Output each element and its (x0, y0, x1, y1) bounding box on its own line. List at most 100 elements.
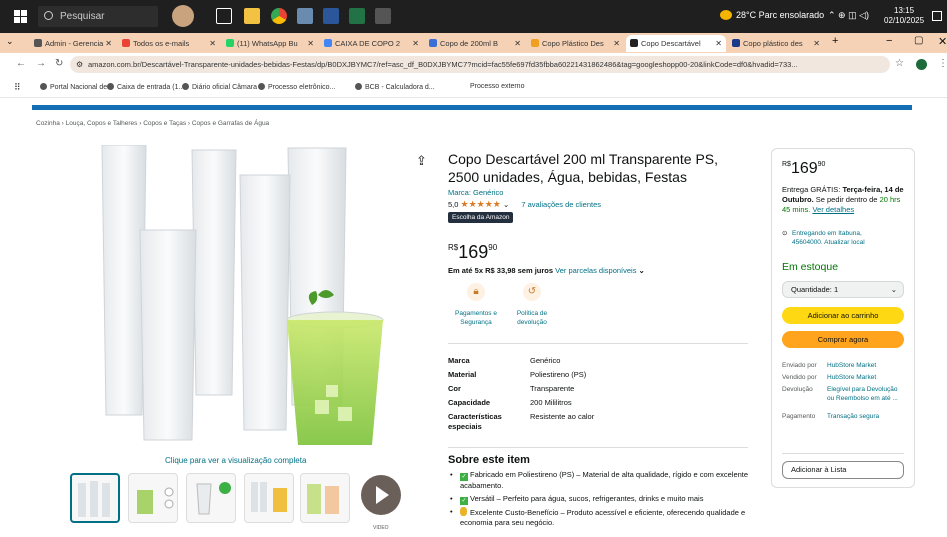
windows-start-icon[interactable] (14, 10, 27, 23)
search-icon (44, 11, 53, 20)
browser-tab-strip: ⌄ Admin - Gerencia ✕ Todos os e-mails ✕ (11)… (0, 33, 947, 53)
menu-icon[interactable]: ⋮ (938, 58, 947, 69)
bookmark-item[interactable]: Processo eletrônico... (258, 83, 335, 91)
share-icon[interactable]: ⇪ (416, 153, 427, 169)
profile-icon[interactable] (916, 59, 927, 70)
bookmark-star-icon[interactable]: ☆ (895, 58, 904, 69)
add-to-cart-button[interactable]: Adicionar ao carrinho (782, 307, 904, 324)
thumbnail-2[interactable] (128, 473, 178, 523)
bookmark-item[interactable]: Caixa de entrada (1... (107, 83, 184, 91)
product-main-image[interactable] (90, 144, 410, 450)
bookmark-item[interactable]: BCB - Calculadora d... (355, 83, 435, 91)
weather-icon (720, 10, 732, 20)
tab-8[interactable]: Copo plástico des ✕ (728, 35, 824, 52)
play-video-icon[interactable] (361, 475, 401, 515)
minimize-button[interactable]: − (886, 35, 892, 47)
app-icon[interactable] (297, 8, 313, 24)
close-tab-icon[interactable]: ✕ (105, 35, 112, 52)
checkmark-icon: ✓ (460, 496, 468, 505)
payment-security-badge[interactable]: 🔒︎ Pagamentos e Segurança (452, 283, 500, 327)
tab-3[interactable]: (11) WhatsApp Bu ✕ (222, 35, 318, 52)
quantity-select[interactable]: Quantidade: 1 ⌄ (782, 281, 904, 298)
thumbnail-5[interactable] (300, 473, 350, 523)
buy-now-button[interactable]: Comprar agora (782, 331, 904, 348)
close-tab-icon[interactable]: ✕ (412, 35, 419, 52)
close-tab-icon[interactable]: ✕ (813, 35, 820, 52)
address-bar-input[interactable]: ⚙ amazon.com.br/Descartável-Transparente-… (70, 56, 890, 73)
tab-favicon-icon (34, 39, 42, 47)
close-tab-icon[interactable]: ✕ (209, 35, 216, 52)
calculator-icon[interactable] (375, 8, 391, 24)
tab-7[interactable]: Copo Descartável ✕ (626, 35, 726, 52)
return-icon: ↺ (523, 283, 541, 301)
list-item: ✓Versátil – Perfeito para água, sucos, r… (448, 494, 753, 505)
bookmark-favicon-icon (258, 83, 265, 90)
delivery-location-link[interactable]: ⊙ Entregando em Itabuna, 45604000. Atuali… (782, 229, 892, 247)
bookmark-item[interactable]: Processo externo (470, 83, 524, 90)
file-explorer-icon[interactable] (244, 8, 260, 24)
star-rating-icon[interactable]: ★★★★★ (461, 199, 501, 209)
video-label: VIDEO (373, 525, 389, 531)
back-icon[interactable]: ← (16, 58, 26, 69)
bookmark-item[interactable]: Diário oficial Câmara (182, 83, 257, 91)
seller-info-row: Pagamento Transação segura (782, 413, 880, 420)
brand-link[interactable]: Marca: Genérico (448, 188, 503, 197)
return-policy-badge[interactable]: ↺ Política de devolução (508, 283, 556, 327)
maximize-button[interactable]: ▢ (914, 35, 923, 46)
apps-icon[interactable]: ⠿ (14, 82, 21, 93)
excel-icon[interactable] (349, 8, 365, 24)
chevron-down-icon[interactable]: ⌄ (639, 266, 645, 275)
bookmark-favicon-icon (40, 83, 47, 90)
bookmarks-bar: ⠿ Portal Nacional de... Caixa de entrada … (0, 78, 947, 98)
task-view-icon[interactable] (216, 8, 232, 24)
tab-favicon-icon (429, 39, 437, 47)
buybox-price: R$16990 (782, 160, 826, 177)
installments-info: Em até 5x R$ 33,98 sem juros Ver parcela… (448, 266, 645, 275)
about-list: ✓Fabricado em Poliestireno (PS) – Materi… (448, 470, 753, 531)
close-tab-icon[interactable]: ✕ (715, 35, 722, 52)
amazon-choice-badge: Escolha da Amazon (448, 212, 514, 223)
breadcrumb[interactable]: Cozinha › Louça, Copos e Talheres › Copo… (36, 120, 269, 127)
tab-search-icon[interactable]: ⌄ (6, 36, 14, 47)
installments-link[interactable]: Ver parcelas disponíveis (555, 266, 636, 275)
thumbnail-1[interactable] (70, 473, 120, 523)
bookmark-item[interactable]: Portal Nacional de... (40, 83, 113, 91)
chevron-down-icon[interactable]: ⌄ (503, 200, 509, 209)
close-tab-icon[interactable]: ✕ (514, 35, 521, 52)
system-tray-icons[interactable]: ⌃ ⊕ ◫ ◁) (828, 10, 869, 21)
tab-favicon-icon (122, 39, 130, 47)
spec-row: Material Poliestireno (PS) (448, 370, 587, 379)
spec-row: Características especiais Resistente ao c… (448, 412, 595, 431)
word-icon[interactable] (323, 8, 339, 24)
tab-favicon-icon (732, 39, 740, 47)
thumbnail-video[interactable] (356, 473, 406, 523)
tab-2[interactable]: Todos os e-mails ✕ (118, 35, 220, 52)
close-window-button[interactable]: ✕ (938, 35, 947, 48)
tab-5[interactable]: Copo de 200ml B ✕ (425, 35, 525, 52)
add-to-list-button[interactable]: Adicionar à Lista (782, 461, 904, 479)
about-section-title: Sobre este item (448, 454, 530, 466)
rating-value: 5,0 (448, 200, 459, 209)
spec-table: Marca Genérico Material Poliestireno (PS) … (448, 354, 594, 434)
weather-widget[interactable]: 28°C Parc ensolarado (720, 10, 824, 20)
delivery-details-link[interactable]: Ver detalhes (812, 205, 854, 214)
reload-icon[interactable]: ↻ (55, 58, 63, 69)
tab-6[interactable]: Copo Plástico Des ✕ (527, 35, 624, 52)
ratings-count-link[interactable]: 7 avaliações de clientes (521, 200, 601, 209)
taskbar-clock[interactable]: 13:15 02/10/2025 (884, 6, 924, 26)
site-info-icon[interactable]: ⚙ (76, 56, 83, 73)
rating-row: 5,0 ★★★★★ ⌄ 7 avaliações de clientes (448, 199, 601, 210)
close-tab-icon[interactable]: ✕ (613, 35, 620, 52)
new-tab-button[interactable]: + (832, 35, 838, 47)
tab-1[interactable]: Admin - Gerencia ✕ (30, 35, 116, 52)
notification-icon[interactable] (932, 11, 942, 21)
tab-4[interactable]: CAIXA DE COPO 2 ✕ (320, 35, 423, 52)
avatar[interactable] (172, 5, 194, 27)
thumbnail-4[interactable] (244, 473, 294, 523)
taskbar-search-input[interactable]: Pesquisar (38, 6, 158, 27)
thumbnail-3[interactable] (186, 473, 236, 523)
view-full-image-link[interactable]: Clique para ver a visualização completa (165, 456, 306, 465)
forward-icon[interactable]: → (36, 58, 46, 69)
chrome-icon[interactable] (271, 8, 287, 24)
close-tab-icon[interactable]: ✕ (307, 35, 314, 52)
